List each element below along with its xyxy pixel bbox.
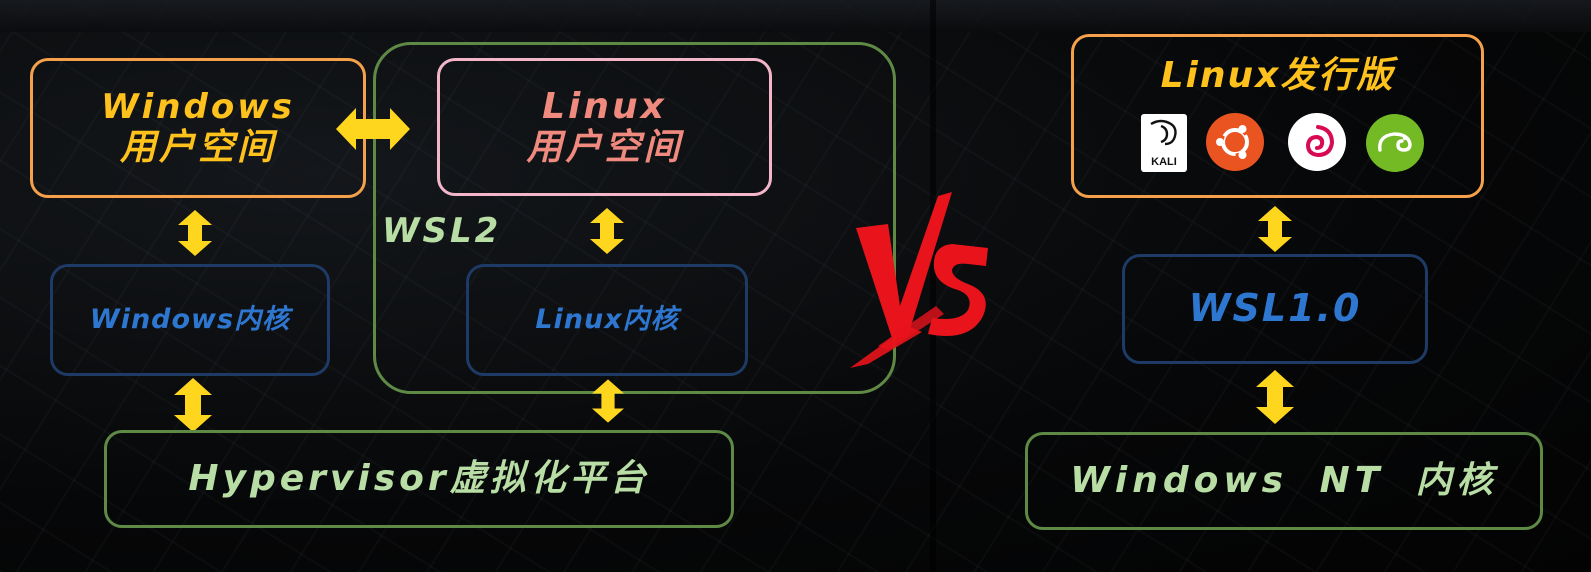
windows-kernel-box: Windows内核 bbox=[50, 264, 330, 376]
opensuse-chameleon-icon bbox=[1378, 132, 1412, 152]
ubuntu-circle-of-friends-icon bbox=[1216, 125, 1250, 159]
kali-logo-text: KALI bbox=[1151, 156, 1177, 168]
hypervisor-label: Hypervisor虚拟化平台 bbox=[188, 458, 650, 500]
debian-swirl-icon bbox=[1305, 125, 1335, 158]
bidirectional-arrow-vertical bbox=[590, 208, 624, 254]
bidirectional-arrow-vertical bbox=[174, 378, 212, 432]
windows-user-space-line2: 用户空间 bbox=[119, 126, 276, 168]
windows-nt-kernel-box: Windows NT 内核 bbox=[1025, 432, 1543, 530]
opensuse-logo bbox=[1366, 114, 1424, 172]
vs-graphic: VS bbox=[850, 192, 988, 368]
ubuntu-logo bbox=[1206, 113, 1264, 171]
kali-dragon-icon bbox=[1150, 119, 1177, 146]
background-band bbox=[0, 0, 1591, 32]
kali-logo: KALI bbox=[1141, 114, 1187, 172]
linux-distro-box: Linux发行版 bbox=[1071, 34, 1484, 198]
hypervisor-box: Hypervisor虚拟化平台 bbox=[104, 430, 734, 528]
bidirectional-arrow-vertical bbox=[1256, 370, 1294, 424]
diagram-canvas: WSL2 Windows 用户空间 Linux 用户空间 Windows内核 L… bbox=[0, 0, 1591, 572]
linux-kernel-label: Linux内核 bbox=[535, 304, 679, 336]
bidirectional-arrow-vertical bbox=[178, 210, 212, 256]
windows-user-space-line1: Windows bbox=[101, 86, 295, 127]
linux-user-space-box: Linux 用户空间 bbox=[437, 58, 772, 196]
windows-kernel-label: Windows内核 bbox=[89, 304, 291, 336]
wsl2-label: WSL2 bbox=[382, 211, 502, 251]
linux-distro-title: Linux发行版 bbox=[1160, 55, 1395, 96]
bidirectional-arrow-vertical bbox=[1258, 206, 1292, 252]
linux-kernel-box: Linux内核 bbox=[466, 264, 748, 376]
linux-user-space-line1: Linux bbox=[542, 85, 667, 127]
bidirectional-arrow-horizontal bbox=[336, 108, 410, 150]
windows-nt-kernel-label: Windows NT 内核 bbox=[1070, 460, 1498, 502]
windows-user-space-box: Windows 用户空间 bbox=[30, 58, 366, 198]
debian-logo bbox=[1288, 113, 1346, 171]
wsl1-box: WSL1.0 bbox=[1122, 254, 1428, 364]
wsl1-label: WSL1.0 bbox=[1188, 286, 1362, 331]
linux-user-space-line2: 用户空间 bbox=[526, 127, 683, 168]
bidirectional-arrow-vertical bbox=[592, 379, 624, 423]
